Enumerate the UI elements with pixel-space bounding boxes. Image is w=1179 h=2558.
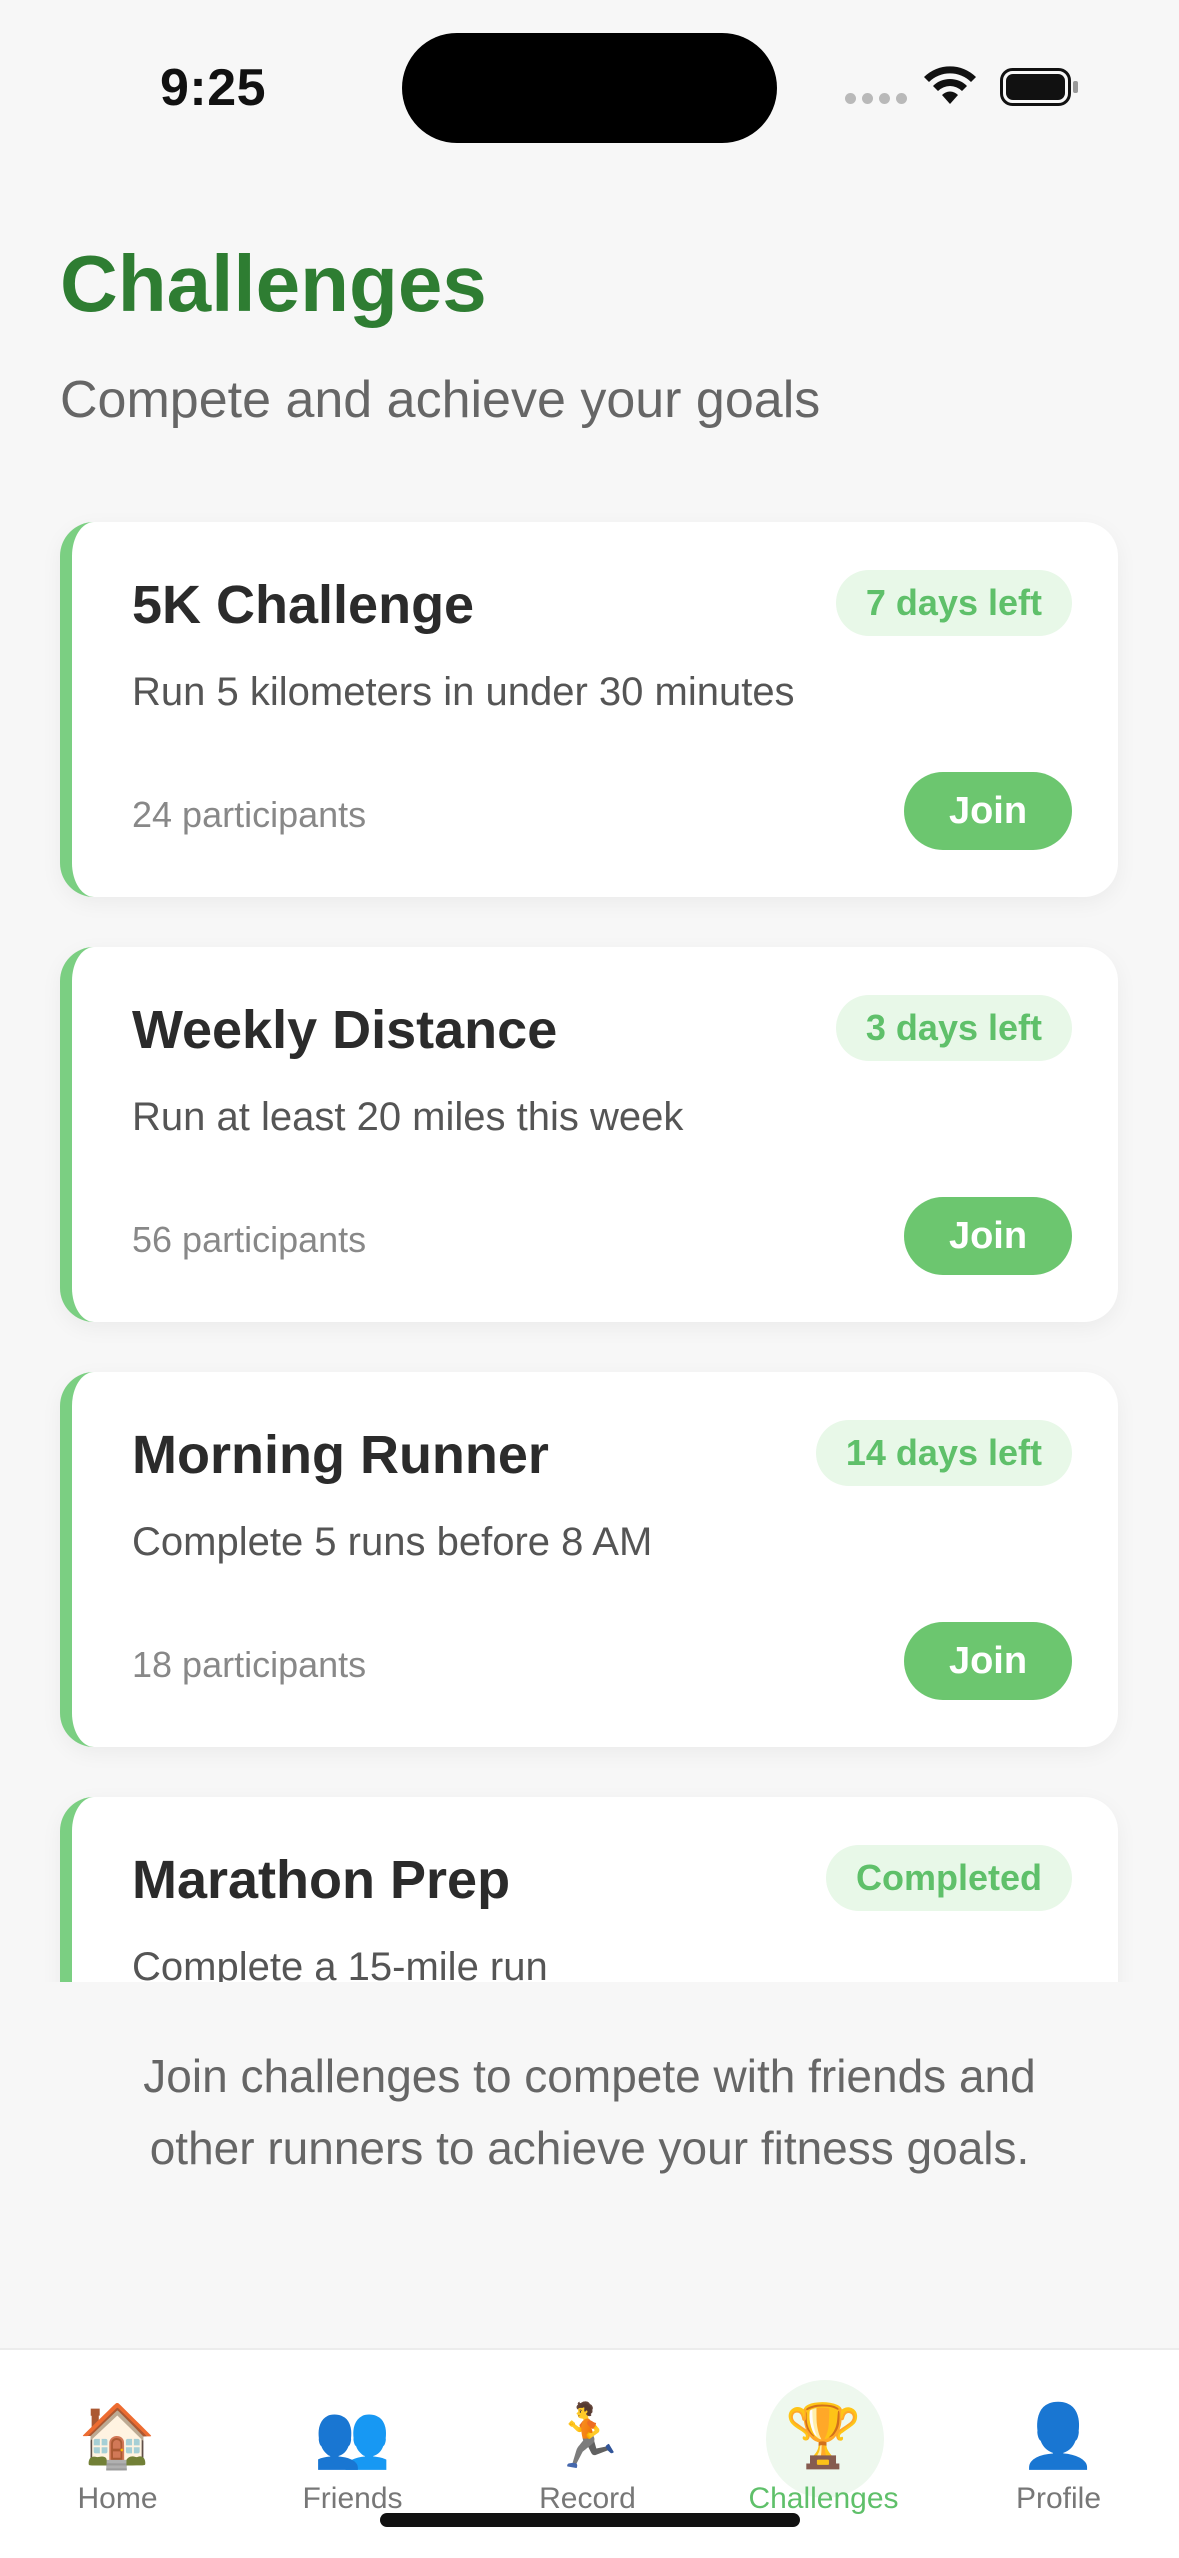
participants-count: 24 participants xyxy=(132,794,367,835)
challenge-card-weekly-distance[interactable]: Weekly Distance 3 days left Run at least… xyxy=(60,947,1118,1322)
tab-challenges[interactable]: 🏆 Challenges xyxy=(706,2350,941,2520)
challenge-title: 5K Challenge xyxy=(132,575,475,635)
challenge-card-morning-runner[interactable]: Morning Runner 14 days left Complete 5 r… xyxy=(60,1372,1118,1747)
friends-icon: 👥 xyxy=(313,2402,392,2471)
challenge-description: Complete 5 runs before 8 AM xyxy=(132,1520,653,1564)
completed-badge: Completed xyxy=(825,1845,1072,1911)
join-button[interactable]: Join xyxy=(904,1197,1072,1275)
tab-profile[interactable]: 👤 Profile xyxy=(941,2350,1176,2520)
challenge-title: Morning Runner xyxy=(132,1425,549,1485)
challenge-card-5k[interactable]: 5K Challenge 7 days left Run 5 kilometer… xyxy=(60,522,1118,897)
home-indicator[interactable] xyxy=(380,2513,800,2527)
tab-home[interactable]: 🏠 Home xyxy=(0,2350,235,2520)
battery-icon xyxy=(1000,68,1078,106)
profile-icon: 👤 xyxy=(1019,2402,1098,2471)
days-left-badge: 3 days left xyxy=(835,995,1072,1061)
challenge-card-marathon-prep[interactable]: Marathon Prep Completed Complete a 15-mi… xyxy=(60,1797,1118,1982)
days-left-badge: 14 days left xyxy=(815,1420,1072,1486)
challenge-title: Weekly Distance xyxy=(132,1000,558,1060)
participants-count: 18 participants xyxy=(132,1644,367,1685)
status-time: 9:25 xyxy=(160,59,267,117)
tab-label: Record xyxy=(539,2482,636,2515)
cellular-signal-icon xyxy=(845,93,907,104)
challenge-description: Run 5 kilometers in under 30 minutes xyxy=(132,670,795,714)
days-left-badge: 7 days left xyxy=(835,570,1072,636)
challenge-title: Marathon Prep xyxy=(132,1850,511,1910)
participants-count: 56 participants xyxy=(132,1219,367,1260)
wifi-icon xyxy=(924,66,976,104)
challenge-description: Run at least 20 miles this week xyxy=(132,1095,684,1139)
challenge-description: Complete a 15-mile run xyxy=(132,1945,548,1982)
tab-label: Profile xyxy=(1015,2482,1102,2515)
tab-record[interactable]: 🏃 Record xyxy=(470,2350,705,2520)
page-title: Challenges xyxy=(60,239,487,328)
tab-label: Home xyxy=(77,2482,158,2515)
dynamic-island xyxy=(402,33,777,143)
tab-friends[interactable]: 👥 Friends xyxy=(235,2350,470,2520)
page-subtitle: Compete and achieve your goals xyxy=(60,371,821,429)
challenges-screen: 9:25 Challenges Compete and achieve your… xyxy=(0,0,1179,2558)
tab-label: Friends xyxy=(302,2482,403,2515)
tab-label: Challenges xyxy=(748,2482,899,2515)
status-bar: 9:25 xyxy=(0,0,1179,160)
join-button[interactable]: Join xyxy=(904,1622,1072,1700)
trophy-icon: 🏆 xyxy=(784,2402,863,2471)
house-icon: 🏠 xyxy=(78,2402,157,2471)
info-text: Join challenges to compete with friends … xyxy=(143,2050,1036,2174)
runner-icon: 🏃 xyxy=(548,2402,627,2471)
join-button[interactable]: Join xyxy=(904,772,1072,850)
challenge-list[interactable]: 5K Challenge 7 days left Run 5 kilometer… xyxy=(0,500,1179,1982)
